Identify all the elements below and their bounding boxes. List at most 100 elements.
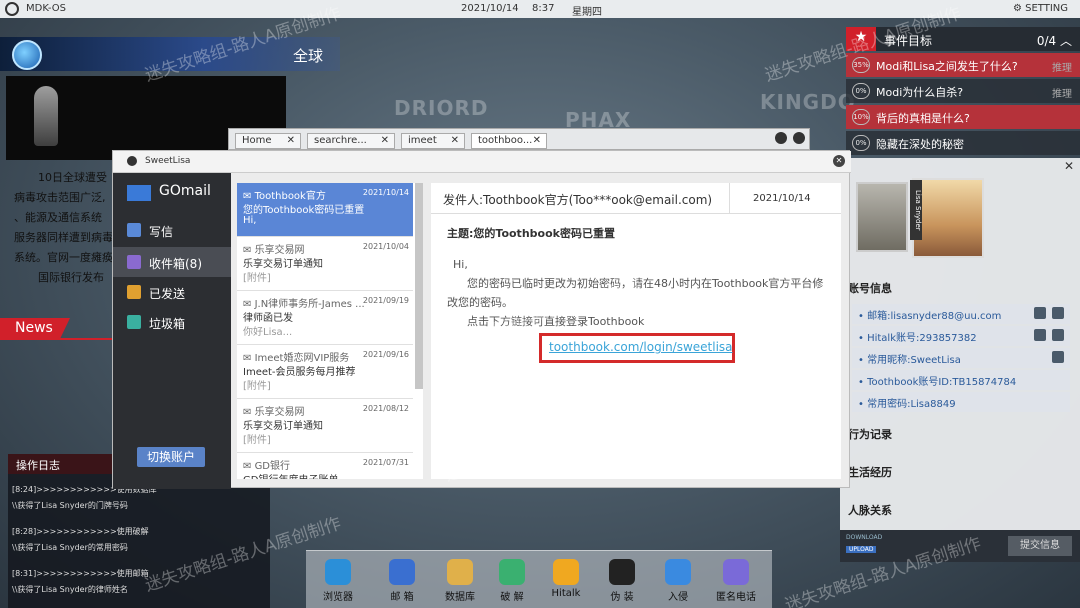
lisa-avatar[interactable]: [912, 178, 984, 258]
close-icon[interactable]: [793, 132, 805, 144]
switch-account-button[interactable]: 切换账户: [137, 447, 205, 467]
mail-title-bar: SweetLisa ✕: [113, 151, 851, 173]
globe-icon: [12, 40, 42, 70]
nav-sent[interactable]: 已发送: [113, 277, 231, 307]
nav-compose[interactable]: 写信: [113, 215, 231, 245]
log-line: \\获得了Lisa Snyder的常用密码: [12, 543, 128, 552]
task-item[interactable]: 35% Modi和Lisa之间发生了什么? 推理: [846, 53, 1080, 77]
tab-close-icon[interactable]: ✕: [381, 135, 389, 146]
task-item[interactable]: 0% Modi为什么自杀? 推理: [846, 79, 1080, 103]
mail-icon: [389, 559, 415, 585]
mail-item[interactable]: ✉ 乐享交易网 2021/10/04 乐享交易订单通知 [附件]: [237, 237, 413, 291]
dock-intrude[interactable]: 入侵: [652, 555, 704, 608]
account-row[interactable]: • 邮箱:lisasnyder88@uu.com: [852, 304, 1070, 324]
header-divider: [729, 183, 730, 213]
copy-icon[interactable]: [1052, 307, 1064, 319]
task-item[interactable]: 10% 背后的真相是什么?: [846, 105, 1080, 129]
sent-icon: [127, 285, 141, 299]
task-hint: 推理: [1052, 63, 1072, 74]
mail-item[interactable]: ✉ Imeet婚恋网VIP服务 2021/09/16 Imeet-会员服务每月推荐 […: [237, 345, 413, 399]
app-dock: 浏览器 邮 箱 数据库 破 解 Hitalk 伪 装 入侵 匿名电话: [306, 550, 772, 608]
mail-logo-icon: [127, 185, 151, 201]
account-text: 邮箱:lisasnyder88@uu.com: [867, 311, 1002, 322]
profile-close-icon[interactable]: ✕: [1064, 159, 1074, 173]
tab-close-icon[interactable]: ✕: [451, 135, 459, 146]
mail-sender: ✉ 乐享交易网: [243, 407, 305, 418]
minimize-icon[interactable]: [775, 132, 787, 144]
key-icon: [499, 559, 525, 585]
mail-close-icon[interactable]: ✕: [833, 155, 845, 167]
browser-tab[interactable]: Home ✕: [235, 133, 301, 149]
inbox-icon: [127, 255, 141, 269]
mail-item[interactable]: ✉ J.N律师事务所-James ... 2021/09/19 律师函已发 你好Lis…: [237, 291, 413, 345]
male-avatar[interactable]: [856, 182, 908, 252]
dock-mail[interactable]: 邮 箱: [376, 555, 428, 608]
log-line: \\获得了Lisa Snyder的门牌号码: [12, 501, 128, 510]
account-row[interactable]: • 常用密码:Lisa8849: [852, 392, 1070, 412]
mail-title: 乐享交易订单通知: [243, 421, 323, 432]
mail-list-scrollbar[interactable]: [415, 183, 423, 389]
profile-section[interactable]: 行为记录: [848, 426, 892, 442]
dock-hitalk[interactable]: Hitalk: [540, 555, 592, 608]
account-row[interactable]: • Hitalk账号:293857382: [852, 326, 1070, 346]
mail-date: 2021/10/14: [362, 188, 409, 197]
dock-label: 浏览器: [323, 592, 353, 603]
login-link[interactable]: toothbook.com/login/sweetlisa: [549, 340, 733, 354]
nav-trash[interactable]: 垃圾箱: [113, 307, 231, 337]
mail-date: 2021/07/31: [362, 458, 409, 467]
profile-section[interactable]: 生活经历: [848, 464, 892, 480]
mail-sender: ✉ Imeet婚恋网VIP服务: [243, 353, 350, 364]
browser-tab[interactable]: imeet ✕: [401, 133, 465, 149]
lock-icon[interactable]: [1034, 307, 1046, 319]
dock-browser[interactable]: 浏览器: [312, 555, 364, 608]
dock-crack[interactable]: 破 解: [486, 555, 538, 608]
log-line: \\获得了Lisa Snyder的律师姓名: [12, 585, 128, 594]
clock-weekday: 星期四: [572, 7, 602, 18]
task-progress: 0%: [852, 83, 870, 99]
mail-title: 律师函已发: [243, 313, 293, 324]
mail-preview: 你好Lisa...: [243, 327, 293, 338]
submit-info-button[interactable]: 提交信息: [1008, 536, 1072, 556]
dock-anon-call[interactable]: 匿名电话: [710, 555, 762, 608]
browser-tab-active[interactable]: toothboo... ✕: [471, 133, 547, 149]
mail-item[interactable]: ✉ GD银行 2021/07/31 GD银行年度电子账单: [237, 453, 413, 479]
trash-icon: [127, 315, 141, 329]
copy-icon[interactable]: [1052, 329, 1064, 341]
mail-title: Imeet-会员服务每月推荐: [243, 367, 356, 378]
mail-sender: ✉ GD银行: [243, 461, 291, 472]
tab-close-icon[interactable]: ✕: [287, 135, 295, 146]
disguise-icon: [609, 559, 635, 585]
event-goals-header[interactable]: ★ 事件目标 0/4 ︿: [846, 27, 1080, 51]
account-info-title[interactable]: 账号信息: [848, 280, 892, 296]
dock-database[interactable]: 数据库: [434, 555, 486, 608]
tab-label: toothboo...: [478, 135, 533, 146]
mail-date: 2021/10/04: [362, 242, 409, 251]
account-row[interactable]: • 常用昵称:SweetLisa: [852, 348, 1070, 368]
dock-label: 入侵: [668, 592, 688, 603]
account-row[interactable]: • Toothbook账号ID:TB15874784: [852, 370, 1070, 390]
task-item[interactable]: 0% 隐藏在深处的秘密: [846, 131, 1080, 155]
mail-item[interactable]: ✉ 乐享交易网 2021/08/12 乐享交易订单通知 [附件]: [237, 399, 413, 453]
clock-date: 2021/10/14: [461, 3, 519, 14]
mail-item[interactable]: ✉ Toothbook官方 2021/10/14 您的Toothbook密码已重置 H…: [237, 183, 413, 237]
tab-label: Home: [242, 135, 272, 146]
user-icon[interactable]: [1052, 351, 1064, 363]
nav-label: 已发送: [149, 287, 186, 301]
dock-disguise[interactable]: 伪 装: [596, 555, 648, 608]
os-top-bar: MDK-OS 2021/10/14 8:37 星期四 ⚙ SETTING: [0, 0, 1080, 18]
body-line: 您的密码已临时更改为初始密码，请在48小时内在Toothbook官方平台修改您的…: [447, 277, 824, 309]
task-text: Modi和Lisa之间发生了什么?: [876, 60, 1018, 73]
setting-button[interactable]: ⚙ SETTING: [1013, 3, 1068, 14]
tab-close-icon[interactable]: ✕: [533, 135, 541, 146]
clock-time: 8:37: [532, 3, 555, 14]
mail-subject: 主题:您的Toothbook密码已重置: [447, 227, 615, 240]
mail-preview: [附件]: [243, 435, 271, 446]
dock-label: 邮 箱: [390, 592, 414, 603]
nav-inbox[interactable]: 收件箱(8): [113, 247, 231, 277]
os-name: MDK-OS: [26, 3, 66, 14]
profile-section[interactable]: 人脉关系: [848, 502, 892, 518]
lock-icon[interactable]: [1034, 329, 1046, 341]
news-tag: News: [0, 318, 70, 340]
browser-tab[interactable]: searchre... ✕: [307, 133, 395, 149]
mail-preview: Hi,: [243, 215, 257, 226]
